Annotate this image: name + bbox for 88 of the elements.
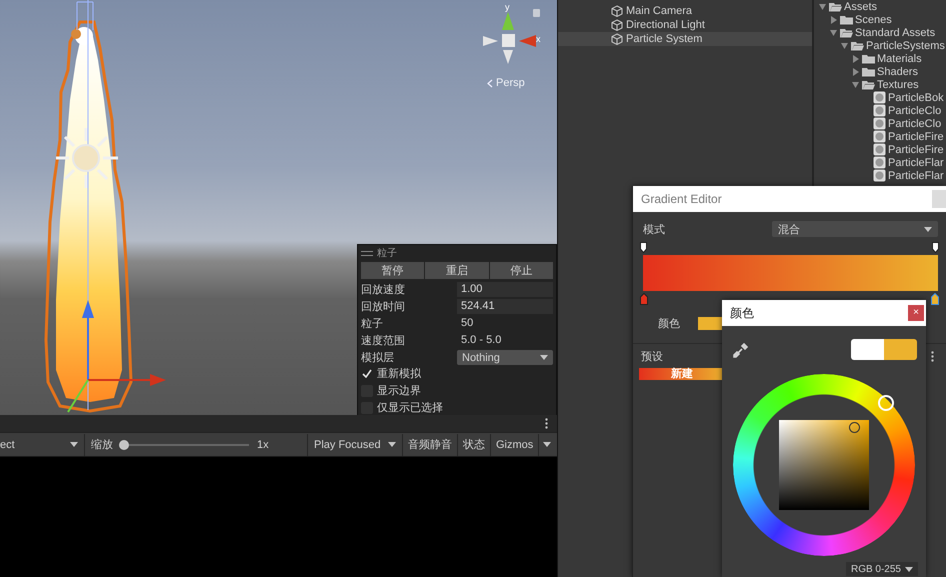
slider-label: 缩放 [91,438,113,452]
texture-thumbnail-icon [873,117,886,130]
checkbox-label: 重新模拟 [377,366,421,381]
cube-icon [611,32,623,46]
chevron-icon [487,78,493,88]
drag-handle-icon [361,250,373,256]
field-label: 速度范围 [361,334,406,348]
project-item[interactable]: ParticleFlar [814,169,946,182]
project-item[interactable]: Scenes [814,13,946,26]
saturation-value-square[interactable] [779,420,869,510]
hue-handle[interactable] [878,395,894,411]
project-item[interactable]: ParticleFire [814,130,946,143]
color-swatch [851,339,917,360]
window-title: 颜色 [730,304,754,322]
open-folder-icon [862,80,875,90]
hierarchy-item[interactable]: Particle System [558,32,812,46]
slider-thumb[interactable] [119,440,129,450]
eyedropper-icon[interactable] [733,342,749,358]
move-gizmo-icon [67,300,166,413]
playback-button[interactable]: 重启 [425,262,489,279]
slider-value: 1x [257,438,269,450]
field-label: 回放速度 [361,282,406,297]
project-item[interactable]: Assets [814,0,946,13]
project-item[interactable]: ParticleFire [814,143,946,156]
close-button[interactable]: × [908,305,924,321]
texture-thumbnail-icon [873,169,886,182]
field-value: 5.0 - 5.0 [460,333,502,348]
layer-dropdown[interactable]: Nothing [457,350,553,365]
axis-label: x [536,34,540,44]
texture-thumbnail-icon [873,104,886,117]
folder-icon [862,66,875,76]
field-label: 回放时间 [361,300,406,314]
alpha-key-marker[interactable] [932,242,939,253]
open-folder-icon [840,28,853,38]
color-handle[interactable] [849,422,860,433]
project-item[interactable]: ParticleBok [814,91,946,104]
texture-thumbnail-icon [873,156,886,169]
project-item[interactable]: ParticleClo [814,117,946,130]
caret-icon [388,442,396,447]
light-gizmo-icon [54,126,120,190]
playback-button[interactable]: 暂停 [361,262,424,279]
number-field[interactable]: 524.41 [457,299,553,314]
playback-button[interactable]: 停止 [490,262,553,279]
hierarchy-item[interactable]: Main Camera [558,4,812,18]
color-key-marker[interactable] [640,293,648,305]
axis-gizmo-icon [483,12,536,64]
field-label: 模拟层 [361,350,395,365]
project-item[interactable]: ParticleClo [814,104,946,117]
folder-icon [840,14,853,24]
number-field[interactable]: 1.00 [457,282,553,297]
more-icon [931,350,934,362]
cube-icon [611,4,623,18]
caret-icon [70,442,78,447]
axis-label: y [505,2,510,12]
field-value: 50 [460,316,474,331]
field-label: 颜色 [658,316,680,330]
checkbox-label: 仅显示已选择 [377,401,443,415]
hierarchy-item[interactable]: Directional Light [558,18,812,32]
project-item[interactable]: Shaders [814,65,946,78]
open-folder-icon [829,2,842,12]
project-item[interactable]: Materials [814,52,946,65]
section-title: 预设 [641,350,663,364]
caret-icon [924,226,932,232]
more-icon [545,418,548,429]
color-mode-dropdown[interactable]: RGB 0-255 [846,562,918,576]
texture-thumbnail-icon [873,143,886,156]
texture-thumbnail-icon [873,91,886,104]
alpha-key-marker[interactable] [640,242,647,253]
project-item[interactable]: ParticleSystems [814,39,946,52]
project-item[interactable]: Standard Assets [814,26,946,39]
toolbar-dropdown[interactable]: ect [0,434,85,456]
checkbox-label: 显示边界 [377,384,421,398]
texture-thumbnail-icon [873,130,886,143]
open-folder-icon [851,40,864,50]
field-label: 模式 [643,222,665,236]
project-item[interactable]: Textures [814,78,946,91]
window-title: Gradient Editor [641,192,722,206]
field-label: 粒子 [361,317,384,331]
mode-dropdown[interactable]: 混合 [772,221,938,237]
color-key-marker[interactable] [931,293,939,305]
panel-title: 粒子 [377,247,397,260]
folder-icon [862,54,875,64]
checkbox[interactable] [361,368,373,380]
caret-icon [543,442,552,447]
caret-icon [540,355,548,360]
cube-icon [611,18,623,32]
project-item[interactable]: ParticleFlar [814,156,946,169]
caret-icon [905,566,913,572]
